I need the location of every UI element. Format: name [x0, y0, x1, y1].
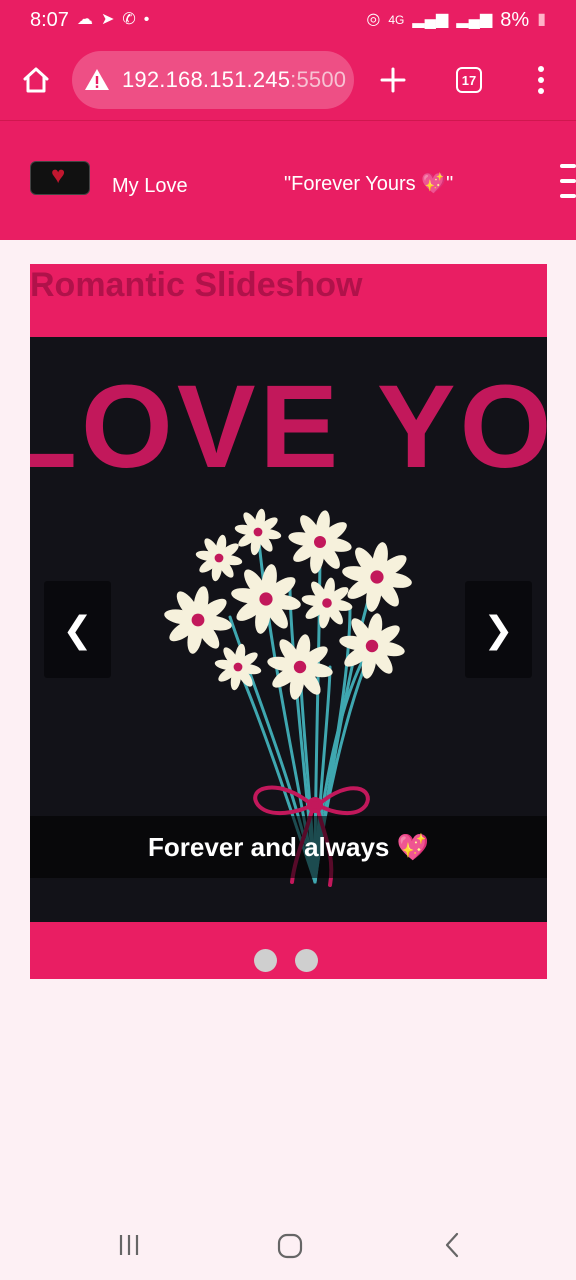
slide-dots — [30, 949, 547, 972]
tab-count: 17 — [456, 67, 482, 93]
back-icon[interactable] — [440, 1232, 466, 1258]
slide-headline: I LOVE YOU — [30, 361, 547, 493]
url-host: 192.168.151.245 — [122, 67, 291, 92]
daisy-flower — [288, 510, 352, 574]
slide-next-button[interactable]: ❯ — [465, 581, 532, 678]
browser-menu-button[interactable] — [506, 40, 576, 120]
network-type-icon: 4G — [388, 13, 405, 27]
slide-dot-1[interactable] — [253, 949, 277, 972]
signal-icon: ▂▄▆ — [412, 11, 449, 28]
daisy-flower — [342, 542, 412, 612]
daisy-flower — [164, 586, 232, 654]
slideshow-card: Romantic Slideshow I LOVE YOU — [30, 264, 547, 979]
site-quote: "Forever Yours 💖" — [284, 173, 454, 195]
slide-prev-button[interactable]: ❮ — [44, 581, 111, 678]
hamburger-menu-icon[interactable] — [560, 164, 576, 198]
daisy-flower — [301, 577, 353, 629]
heart-icon: ♥ — [51, 162, 66, 189]
slideshow-heading: Romantic Slideshow — [30, 266, 363, 304]
new-tab-button[interactable] — [354, 40, 432, 120]
site-title[interactable]: My Love — [112, 175, 188, 198]
slide-dot-2[interactable] — [294, 949, 318, 972]
system-nav-bar — [0, 1210, 576, 1280]
slide-image: I LOVE YOU — [30, 337, 547, 922]
tab-switcher-button[interactable]: 17 — [432, 40, 506, 120]
url-text: 192.168.151.245:5500 — [122, 67, 346, 93]
call-icon: ✆ — [122, 11, 136, 28]
status-time: 8:07 — [30, 8, 69, 31]
recent-apps-icon[interactable] — [116, 1232, 142, 1258]
daisy-flower — [195, 534, 243, 582]
slide-caption: Forever and always 💖 — [30, 816, 547, 878]
menu-dot-icon — [538, 66, 544, 72]
browser-toolbar: 192.168.151.245:5500 17 — [0, 40, 576, 120]
plus-icon — [380, 67, 406, 93]
url-port: :5500 — [290, 67, 347, 92]
battery-percent: 8% — [500, 8, 530, 31]
daisy-flower — [267, 634, 333, 700]
hotspot-icon: ◎ — [366, 11, 381, 28]
status-bar: 8:07 ☁ ➤ ✆ • ◎ 4G ▂▄▆ ▂▄▆ 8% ▮ — [0, 0, 576, 40]
cloud-icon: ☁ — [76, 11, 93, 28]
site-header: ♥ My Love "Forever Yours 💖" — [0, 120, 576, 240]
notification-dot-icon: • — [143, 11, 150, 28]
daisy-flower — [234, 508, 282, 556]
telegram-icon: ➤ — [100, 11, 115, 28]
menu-dot-icon — [538, 77, 544, 83]
home-icon — [23, 67, 49, 93]
home-button[interactable] — [0, 40, 72, 120]
site-logo[interactable]: ♥ — [30, 161, 90, 195]
warning-icon — [85, 69, 109, 90]
battery-icon: ▮ — [537, 11, 546, 28]
home-nav-icon[interactable] — [276, 1232, 304, 1260]
signal-icon-2: ▂▄▆ — [456, 11, 493, 28]
menu-dot-icon — [538, 88, 544, 94]
url-bar[interactable]: 192.168.151.245:5500 — [72, 51, 354, 109]
